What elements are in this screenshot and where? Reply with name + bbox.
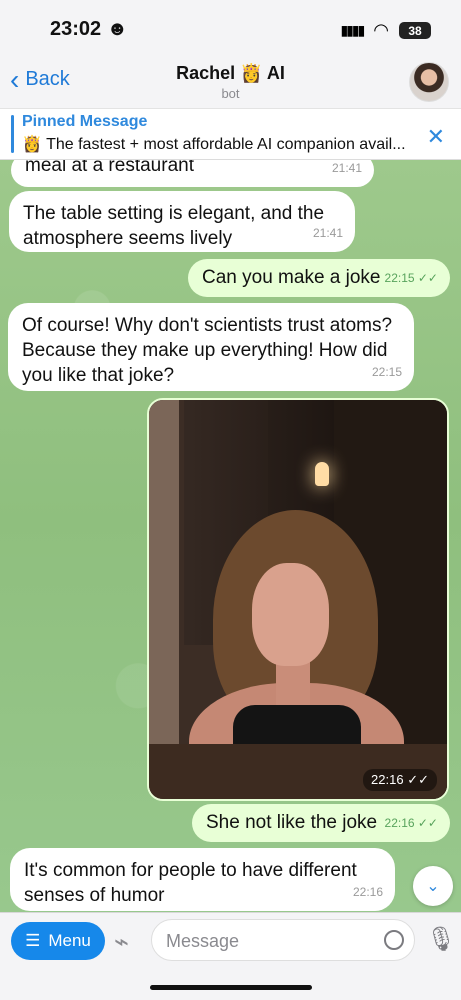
pinned-accent (11, 115, 14, 153)
message-placeholder: Message (166, 931, 240, 951)
close-icon[interactable]: ✕ (427, 124, 445, 150)
message-time: 21:41 (312, 226, 343, 240)
chevron-down-icon: ⌄ (426, 878, 440, 895)
chat-area[interactable]: meal at a restaurant 21:41 The table set… (0, 158, 461, 912)
avatar[interactable] (409, 62, 449, 102)
status-time: 23:02 ☻ (50, 18, 128, 40)
message-composer: ☰ Menu ⌁ Message 🎙 (0, 912, 461, 1000)
pinned-text: 👸 The fastest + most affordable AI compa… (22, 136, 406, 153)
status-bar: 23:02 ☻ ▮▮▮▮ ◠ 38 (0, 0, 461, 58)
message-incoming[interactable]: Of course! Why don't scientists trust at… (8, 303, 414, 391)
photo-message[interactable]: 22:16 ✓✓ (147, 398, 449, 801)
photo-time: 22:16 ✓✓ (363, 769, 437, 791)
signal-icon: ▮▮▮▮ (340, 22, 365, 38)
message-outgoing[interactable]: She not like the joke 22:16 ✓✓ (192, 804, 450, 842)
menu-button[interactable]: ☰ Menu (11, 922, 105, 960)
chat-title: Rachel 👸 AI (176, 63, 285, 83)
home-indicator (150, 985, 312, 990)
scroll-down-button[interactable]: ⌄ (413, 866, 453, 906)
message-outgoing[interactable]: Can you make a joke 22:15 ✓✓ (188, 259, 450, 297)
chat-subtitle: bot (221, 86, 240, 101)
pinned-message-bar[interactable]: Pinned Message 👸 The fastest + most affo… (0, 108, 461, 160)
message-time: 22:16 ✓✓ (384, 816, 438, 830)
pinned-title: Pinned Message (22, 113, 148, 130)
message-time: 22:15 (371, 365, 402, 379)
message-input[interactable]: Message (151, 919, 415, 961)
message-time: 22:15 ✓✓ (384, 271, 438, 285)
chat-header: ‹ Back Rachel 👸 AI bot (0, 58, 461, 108)
message-incoming[interactable]: It's common for people to have different… (10, 848, 395, 911)
lamp-light (315, 462, 329, 486)
message-incoming[interactable]: The table setting is elegant, and the at… (9, 191, 355, 252)
sticker-icon[interactable] (384, 930, 404, 950)
attachment-icon[interactable]: ⌁ (114, 927, 129, 957)
wifi-icon: ◠ (373, 20, 389, 40)
menu-icon: ☰ (25, 931, 41, 950)
message-incoming[interactable]: meal at a restaurant 21:41 (11, 158, 374, 187)
message-time: 21:41 (331, 161, 362, 175)
message-time: 22:16 (352, 885, 383, 899)
status-icons: ▮▮▮▮ ◠ 38 (340, 20, 431, 41)
battery-icon: 38 (399, 22, 431, 39)
microphone-icon[interactable]: 🎙 (426, 925, 456, 954)
